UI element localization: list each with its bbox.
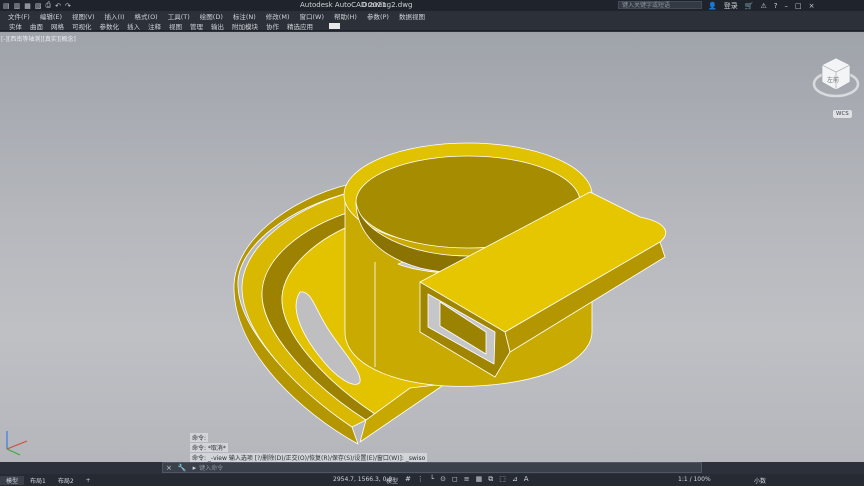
tab-visualize[interactable]: 可视化: [72, 21, 92, 31]
viewcube[interactable]: 左前: [812, 50, 860, 108]
ortho-icon[interactable]: └: [430, 475, 434, 484]
saveas-icon[interactable]: ▧: [35, 2, 42, 10]
annotation-scale[interactable]: 1:1 / 100%: [678, 476, 711, 483]
share-icon[interactable]: ⚠: [760, 2, 766, 10]
tab-parametric[interactable]: 参数化: [100, 21, 120, 31]
document-title: Drawing2.dwg: [362, 1, 413, 9]
menu-modify[interactable]: 修改(M): [266, 11, 290, 21]
tab-surface[interactable]: 曲面: [30, 21, 43, 31]
3d-model[interactable]: [0, 32, 864, 462]
tab-featured-apps[interactable]: 精选应用: [287, 21, 313, 31]
dynamic-ucs-icon[interactable]: ⊿: [512, 475, 518, 484]
command-history-line-2: 命令: *取消*: [190, 443, 228, 452]
minimize-icon[interactable]: –: [784, 2, 788, 10]
tab-model[interactable]: 模型: [0, 475, 25, 485]
tab-view[interactable]: 视图: [169, 21, 182, 31]
menu-window[interactable]: 窗口(W): [299, 11, 324, 21]
tab-addins[interactable]: 附加模块: [232, 21, 258, 31]
cart-icon[interactable]: 🛒: [745, 2, 754, 10]
tab-output[interactable]: 输出: [211, 21, 224, 31]
redo-icon[interactable]: ↷: [65, 2, 71, 10]
maximize-icon[interactable]: □: [795, 2, 802, 10]
grid-icon[interactable]: #: [405, 475, 411, 484]
wcs-button[interactable]: WCS: [833, 110, 852, 118]
units-readout[interactable]: 小数: [754, 476, 766, 485]
tab-layout2[interactable]: 布局2: [52, 476, 80, 485]
help-icon[interactable]: ?: [774, 2, 778, 10]
model-space-toggle[interactable]: 模型: [386, 476, 398, 485]
menu-tools[interactable]: 工具(T): [168, 11, 190, 21]
coordinate-readout: 2954.7, 1566.3, 0.0: [333, 476, 393, 483]
polar-icon[interactable]: ⊙: [440, 475, 446, 484]
close-command-icon[interactable]: ×: [163, 464, 175, 472]
new-icon[interactable]: ▤: [3, 2, 10, 10]
menu-dimension[interactable]: 标注(N): [233, 11, 256, 21]
tab-manage[interactable]: 管理: [190, 21, 203, 31]
ribbon-toggle-button[interactable]: [329, 22, 340, 29]
selection-cycling-icon[interactable]: ⧉: [488, 475, 493, 484]
tab-mesh[interactable]: 网格: [51, 21, 64, 31]
annotation-icon[interactable]: A: [524, 475, 529, 484]
quick-access-toolbar: ▤ ▥ ▦ ▧ ⎙ ↶ ↷: [0, 1, 71, 10]
tab-layout1[interactable]: 布局1: [24, 476, 52, 485]
menu-file[interactable]: 文件(F): [8, 11, 30, 21]
command-line[interactable]: × 🔧 ▸ 键入命令: [162, 462, 702, 473]
menu-edit[interactable]: 编辑(E): [40, 11, 62, 21]
osnap-icon[interactable]: ◻: [452, 475, 458, 484]
tab-solid[interactable]: 实体: [9, 21, 22, 31]
recent-commands-icon[interactable]: ▸: [190, 464, 200, 472]
menu-bar: 文件(F) 编辑(E) 视图(V) 插入(I) 格式(O) 工具(T) 绘图(D…: [0, 11, 864, 21]
add-layout-button[interactable]: +: [80, 477, 97, 484]
drawing-viewport[interactable]: [-][西南等轴测][真实][概念] 左前 WCS: [0, 32, 864, 462]
menu-insert[interactable]: 插入(I): [105, 11, 125, 21]
command-history-line-3: 命令: _-view 输入选项 [?/删除(D)/正交(O)/恢复(R)/保存(…: [190, 453, 428, 462]
close-icon[interactable]: ×: [809, 2, 815, 10]
menu-help[interactable]: 帮助(H): [334, 11, 357, 21]
user-icon[interactable]: 👤: [708, 2, 717, 10]
3d-osnap-icon[interactable]: ⬚: [499, 475, 506, 484]
menu-format[interactable]: 格式(O): [135, 11, 158, 21]
command-input[interactable]: 键入命令: [199, 463, 223, 472]
viewcube-face-label: 左前: [827, 76, 839, 84]
tab-insert[interactable]: 插入: [127, 21, 140, 31]
undo-icon[interactable]: ↶: [55, 2, 61, 10]
login-button[interactable]: 登录: [724, 1, 738, 11]
command-history-line-1: 命令:: [190, 433, 209, 442]
title-bar: ▤ ▥ ▦ ▧ ⎙ ↶ ↷ Autodesk AutoCAD 2021 Draw…: [0, 0, 864, 11]
menu-draw[interactable]: 绘图(D): [200, 11, 223, 21]
save-icon[interactable]: ▦: [24, 2, 31, 10]
customize-icon[interactable]: 🔧: [175, 464, 190, 472]
menu-parameters[interactable]: 参数(P): [367, 11, 389, 21]
lineweight-icon[interactable]: ≡: [464, 475, 470, 484]
menu-view[interactable]: 视图(V): [72, 11, 95, 21]
transparency-icon[interactable]: ▦: [476, 475, 483, 484]
tab-collaborate[interactable]: 协作: [266, 21, 279, 31]
tab-annotate[interactable]: 注释: [148, 21, 161, 31]
print-icon[interactable]: ⎙: [46, 1, 52, 10]
menu-data-view[interactable]: 数据视图: [399, 11, 425, 21]
open-icon[interactable]: ▥: [14, 2, 21, 10]
search-input[interactable]: 键入关键字或短语: [618, 1, 702, 9]
ucs-icon: [6, 431, 28, 456]
ribbon-tabs: 实体 曲面 网格 可视化 参数化 插入 注释 视图 管理 输出 附加模块 协作 …: [0, 21, 864, 31]
snap-icon[interactable]: ⋮: [417, 475, 424, 484]
